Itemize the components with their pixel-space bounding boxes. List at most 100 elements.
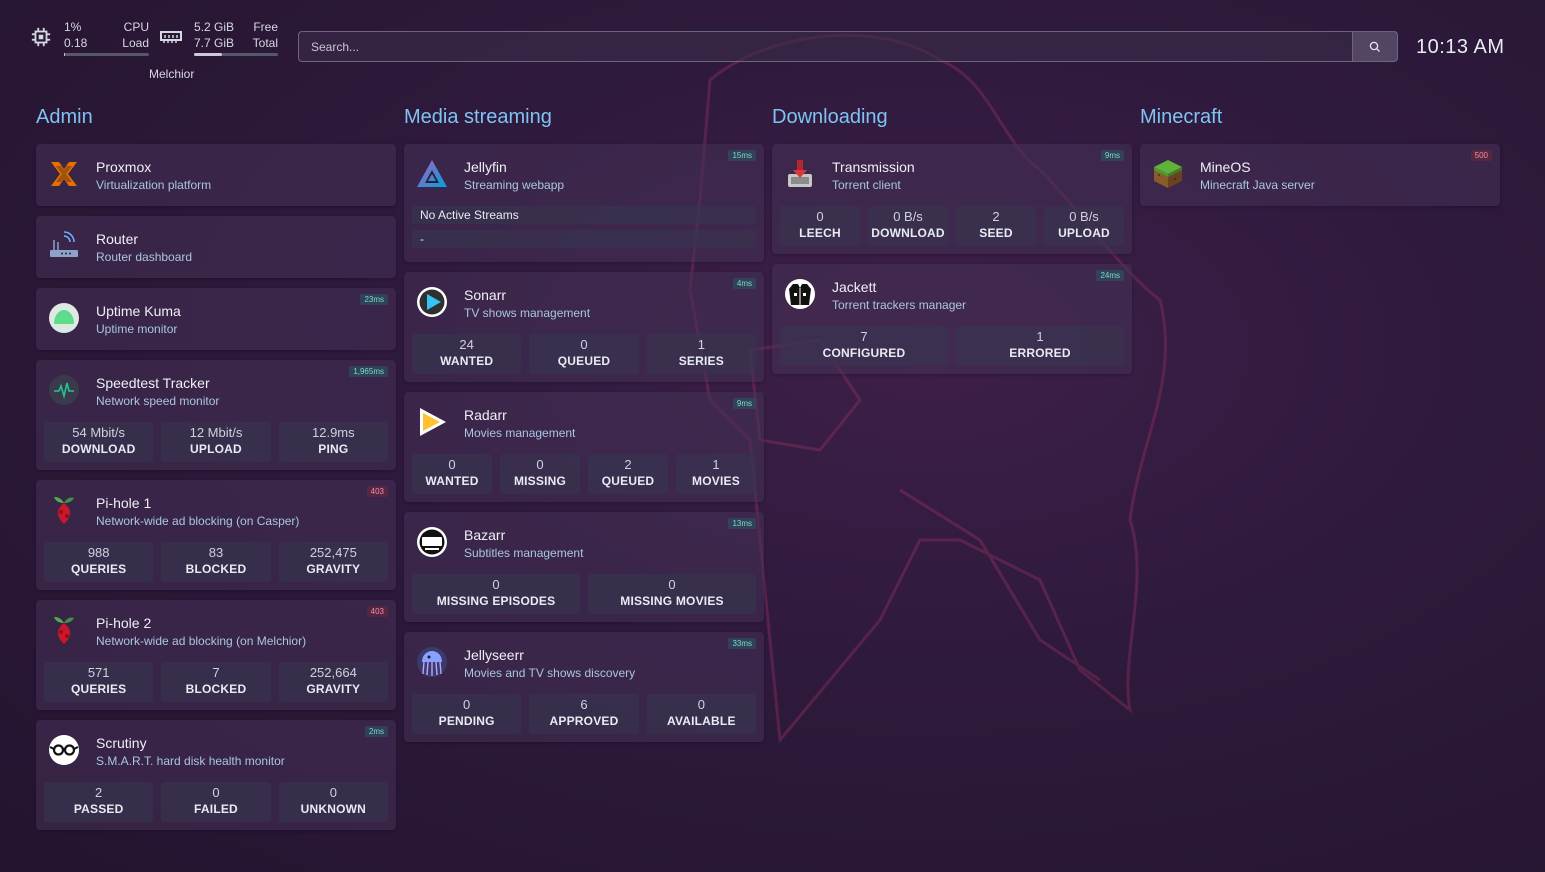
status-badge: 1,965ms [349, 366, 388, 377]
service-name[interactable]: Radarr [464, 407, 507, 423]
service-name[interactable]: Pi-hole 1 [96, 495, 151, 511]
stat-queued: 0 QUEUED [529, 334, 639, 374]
stats-row: 7 CONFIGURED 1 ERRORED [772, 326, 1132, 374]
stat-value: 252,664 [309, 665, 357, 680]
stat-label: GRAVITY [306, 682, 361, 696]
minecraft-icon [1152, 158, 1184, 190]
bazarr-icon [416, 526, 448, 558]
service-name[interactable]: Bazarr [464, 527, 505, 543]
stat-value: 0 [492, 577, 500, 592]
clock: 10:13 AM [1416, 36, 1505, 58]
cpu-bar [64, 53, 149, 56]
service-card-jackett[interactable]: Jackett Torrent trackers manager 24ms 7 CONF… [772, 264, 1132, 374]
stat-label: ERRORED [1009, 346, 1071, 360]
stat-label: BLOCKED [185, 562, 247, 576]
stats-row: 0 MISSING EPISODES 0 MISSING MOVIES [404, 574, 764, 622]
streams-panel: No Active Streams - [404, 206, 764, 262]
stat-seed: 2 SEED [956, 206, 1036, 246]
stat-leech: 0 LEECH [780, 206, 860, 246]
stat-blocked: 83 BLOCKED [161, 542, 271, 582]
cpu-load: 0.18 [64, 36, 88, 50]
stat-value: 0 [329, 785, 337, 800]
service-card-uptime-kuma[interactable]: Uptime Kuma Uptime monitor 23ms [36, 288, 396, 350]
stat-label: SEED [979, 226, 1013, 240]
group-media-streaming: Media streaming Jellyfin Streaming webapp 1… [404, 104, 764, 752]
stat-approved: 6 APPROVED [529, 694, 639, 734]
service-card-router[interactable]: Router Router dashboard [36, 216, 396, 278]
service-card-proxmox[interactable]: Proxmox Virtualization platform [36, 144, 396, 206]
service-description: Streaming webapp [464, 178, 565, 192]
service-card-pi-hole-2[interactable]: Pi-hole 2 Network-wide ad blocking (on Me… [36, 600, 396, 710]
service-card-pi-hole-1[interactable]: Pi-hole 1 Network-wide ad blocking (on Ca… [36, 480, 396, 590]
cpu-usage: 1% [64, 20, 82, 34]
stat-upload: 0 B/s UPLOAD [1044, 206, 1124, 246]
memory-total-label: Total [252, 36, 278, 50]
stat-value: 0 [816, 209, 824, 224]
stat-ping: 12.9ms PING [278, 422, 388, 462]
stat-download: 54 Mbit/s DOWNLOAD [44, 422, 154, 462]
service-description: Subtitles management [464, 546, 584, 560]
stream-row: - [412, 230, 756, 248]
service-card-mineos[interactable]: MineOS Minecraft Java server 500 [1140, 144, 1500, 206]
stat-value: 6 [580, 697, 588, 712]
stat-label: MISSING EPISODES [436, 594, 556, 608]
radarr-icon [416, 406, 448, 438]
service-description: Network-wide ad blocking (on Casper) [96, 514, 300, 528]
service-name[interactable]: Uptime Kuma [96, 303, 181, 319]
service-name[interactable]: Jellyfin [464, 159, 507, 175]
service-card-speedtest-tracker[interactable]: Speedtest Tracker Network speed monitor 1,… [36, 360, 396, 470]
stat-queued: 2 QUEUED [588, 454, 668, 494]
service-card-jellyfin[interactable]: Jellyfin Streaming webapp 15ms No Active St… [404, 144, 764, 262]
stat-value: 0 [668, 577, 676, 592]
search-bar [298, 31, 1398, 62]
service-name[interactable]: Jackett [832, 279, 876, 295]
stat-value: 1 [712, 457, 720, 472]
service-description: Network speed monitor [96, 394, 220, 408]
group-title: Minecraft [1140, 106, 1223, 128]
stat-value: 2 [992, 209, 1000, 224]
stat-label: MISSING [513, 474, 567, 488]
service-card-transmission[interactable]: Transmission Torrent client 9ms 0 LEECH 0 B/s… [772, 144, 1132, 254]
search-button[interactable] [1352, 32, 1397, 61]
stat-wanted: 0 WANTED [412, 454, 492, 494]
stat-value: 0 [212, 785, 220, 800]
stats-row: 2 PASSED 0 FAILED 0 UNKNOWN [36, 782, 396, 830]
service-name[interactable]: Scrutiny [96, 735, 147, 751]
stat-unknown: 0 UNKNOWN [278, 782, 388, 822]
service-name[interactable]: Router [96, 231, 138, 247]
service-name[interactable]: Speedtest Tracker [96, 375, 210, 391]
status-badge: 13ms [728, 518, 756, 529]
stats-row: 0 WANTED 0 MISSING 2 QUEUED 1 MOVIES [404, 454, 764, 502]
service-description: TV shows management [464, 306, 591, 320]
service-card-bazarr[interactable]: Bazarr Subtitles management 13ms 0 MISSING E… [404, 512, 764, 622]
service-description: Virtualization platform [96, 178, 212, 192]
jackett-icon [784, 278, 816, 310]
service-card-scrutiny[interactable]: Scrutiny S.M.A.R.T. hard disk health moni… [36, 720, 396, 830]
stat-value: 24 [459, 337, 474, 352]
jellyseerr-icon [416, 646, 448, 678]
stat-label: SERIES [678, 354, 724, 368]
service-name[interactable]: Sonarr [464, 287, 506, 303]
search-input[interactable] [299, 32, 1353, 61]
stat-value: 1 [1036, 329, 1044, 344]
stats-row: 24 WANTED 0 QUEUED 1 SERIES [404, 334, 764, 382]
stat-label: QUERIES [70, 562, 127, 576]
pihole-icon [48, 494, 80, 526]
stat-value: 0 B/s [893, 209, 923, 224]
stat-available: 0 AVAILABLE [646, 694, 756, 734]
service-name[interactable]: Pi-hole 2 [96, 615, 151, 631]
stat-label: GRAVITY [306, 562, 361, 576]
cpu-widget: 1% CPU 0.18 Load [64, 19, 149, 56]
stat-value: 12 Mbit/s [189, 425, 243, 440]
service-name[interactable]: Transmission [832, 159, 915, 175]
cpu-icon [31, 27, 51, 47]
service-description: Router dashboard [96, 250, 193, 264]
service-name[interactable]: Jellyseerr [464, 647, 524, 663]
service-name[interactable]: Proxmox [96, 159, 151, 175]
status-badge: 9ms [732, 398, 756, 409]
service-name[interactable]: MineOS [1200, 159, 1251, 175]
memory-widget: 5.2 GiB Free 7.7 GiB Total [194, 19, 278, 56]
service-card-sonarr[interactable]: Sonarr TV shows management 4ms 24 WANTED 0 QUE… [404, 272, 764, 382]
service-card-jellyseerr[interactable]: Jellyseerr Movies and TV shows discovery 3… [404, 632, 764, 742]
service-card-radarr[interactable]: Radarr Movies management 9ms 0 WANTED 0 MISSIN… [404, 392, 764, 502]
